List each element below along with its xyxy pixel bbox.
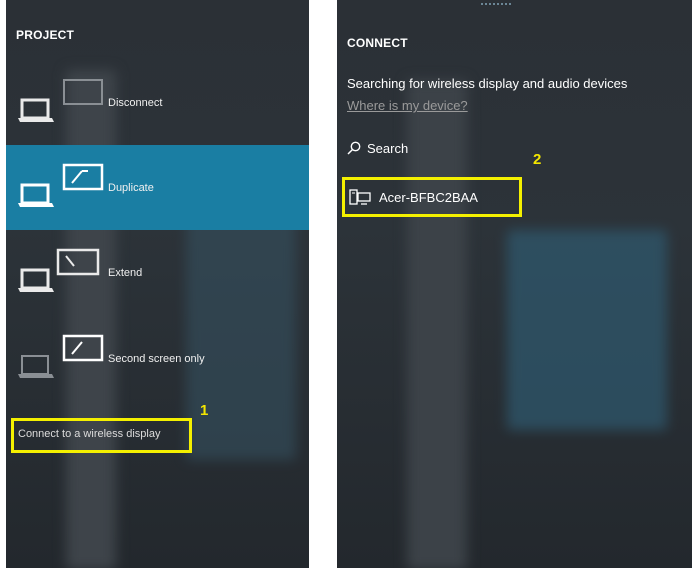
extend-screens-icon <box>18 248 100 292</box>
search-icon <box>347 141 361 155</box>
project-panel: PROJECT Disconnect Duplicate Extend Seco… <box>6 0 309 568</box>
project-option-second-screen-only[interactable]: Second screen only <box>6 316 309 401</box>
laptop-with-disabled-screen-icon <box>18 78 103 122</box>
project-option-duplicate[interactable]: Duplicate <box>6 145 309 230</box>
device-name: Acer-BFBC2BAA <box>379 189 478 205</box>
step-number: 2 <box>533 151 542 168</box>
connect-panel: CONNECT Searching for wireless display a… <box>337 0 692 568</box>
option-label: Disconnect <box>108 96 163 109</box>
background-ghost <box>507 230 667 430</box>
second-screen-only-icon <box>18 334 104 378</box>
panel-title: PROJECT <box>16 28 75 42</box>
duplicate-screens-icon <box>18 163 104 207</box>
where-is-my-device-link[interactable]: Where is my device? <box>347 98 468 113</box>
wireless-display-device-icon <box>349 189 371 205</box>
drag-handle <box>481 3 511 5</box>
background-ghost <box>407 80 467 568</box>
search-label: Search <box>367 140 409 156</box>
status-text: Searching for wireless display and audio… <box>347 76 628 91</box>
option-label: Duplicate <box>108 181 154 194</box>
search-button[interactable]: Search <box>347 138 408 158</box>
option-label: Second screen only <box>108 352 205 365</box>
project-option-disconnect[interactable]: Disconnect <box>6 60 309 145</box>
project-option-extend[interactable]: Extend <box>6 230 309 315</box>
panel-title: CONNECT <box>347 36 408 50</box>
connect-wireless-display-link[interactable]: Connect to a wireless display <box>18 428 160 440</box>
device-item[interactable]: Acer-BFBC2BAA <box>349 186 478 208</box>
step-number: 1 <box>200 402 209 419</box>
option-label: Extend <box>108 266 143 279</box>
